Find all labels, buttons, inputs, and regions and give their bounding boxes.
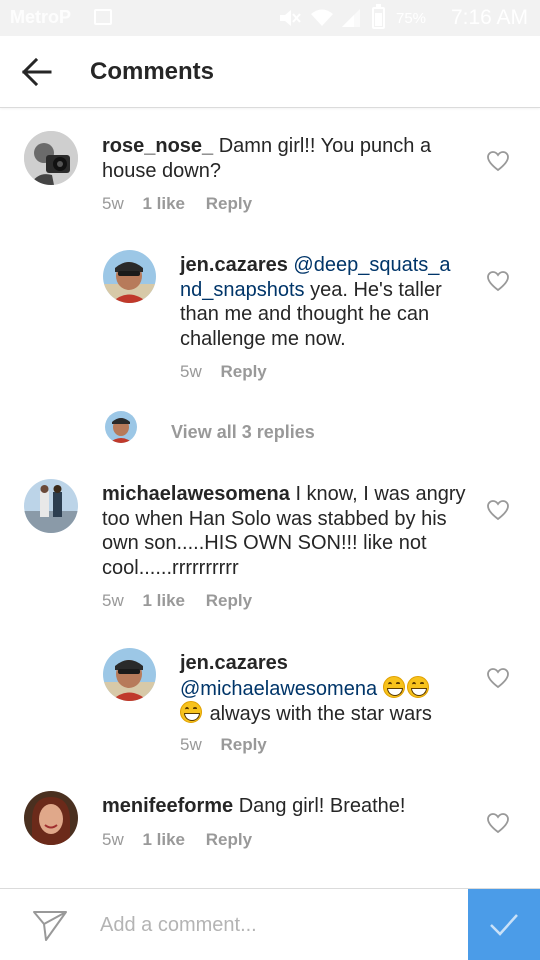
- comment-meta: 5w Reply: [180, 735, 267, 755]
- view-all-replies-link[interactable]: View all 3 replies: [171, 422, 315, 443]
- like-button[interactable]: [486, 270, 510, 292]
- signal-icon: [340, 8, 362, 33]
- comment-username[interactable]: rose_nose_: [102, 135, 213, 157]
- grinning-face-emoji: [406, 675, 429, 698]
- comment-text: rose_nose_ Damn girl!! You punch a house…: [102, 134, 462, 183]
- grinning-face-emoji: [382, 675, 405, 698]
- avatar[interactable]: [103, 648, 156, 701]
- like-button[interactable]: [486, 667, 510, 689]
- comment-time: 5w: [102, 830, 124, 849]
- avatar[interactable]: [24, 479, 78, 533]
- comments-list[interactable]: rose_nose_ Damn girl!! You punch a house…: [0, 109, 540, 888]
- comment-time: 5w: [102, 194, 124, 213]
- paper-plane-icon: [33, 911, 67, 941]
- comment-meta: 5w 1 like Reply: [102, 591, 252, 611]
- comment-input[interactable]: [100, 903, 460, 947]
- status-bar: MetroP 75% 7:16 AM: [0, 0, 540, 36]
- grinning-face-emoji: [180, 701, 202, 723]
- heart-icon: [487, 813, 509, 834]
- app-header: Comments: [0, 36, 540, 108]
- comment-content: Dang girl! Breathe!: [238, 795, 406, 817]
- comment-content: always with the star wars: [209, 703, 432, 725]
- comment-time: 5w: [180, 362, 202, 381]
- comment-username[interactable]: michaelawesomena: [102, 483, 290, 505]
- mention-link[interactable]: @michaelawesomena: [180, 678, 377, 700]
- avatar[interactable]: [103, 250, 156, 303]
- reply-button[interactable]: Reply: [220, 362, 266, 381]
- comment-likes[interactable]: 1 like: [142, 830, 185, 849]
- comment-text: menifeeforme Dang girl! Breathe!: [102, 794, 467, 819]
- post-button[interactable]: [468, 889, 540, 960]
- comment-username[interactable]: jen.cazares: [180, 652, 288, 674]
- like-button[interactable]: [486, 150, 510, 172]
- comment-time: 5w: [180, 735, 202, 754]
- avatar[interactable]: [24, 791, 78, 845]
- page-title: Comments: [90, 58, 215, 85]
- reply-button[interactable]: Reply: [206, 194, 252, 213]
- reply-button[interactable]: Reply: [220, 735, 266, 754]
- like-button[interactable]: [486, 812, 510, 834]
- comment-meta: 5w 1 like Reply: [102, 830, 252, 850]
- clock: 7:16 AM: [450, 6, 528, 29]
- comment-composer: [0, 888, 540, 960]
- like-button[interactable]: [486, 499, 510, 521]
- arrow-left-icon: [21, 57, 52, 87]
- carrier-name: MetroP: [10, 7, 72, 27]
- comment-meta: 5w Reply: [180, 362, 267, 382]
- wifi-icon: [310, 8, 334, 33]
- battery-icon: [372, 4, 385, 29]
- comment-meta: 5w 1 like Reply: [102, 194, 252, 214]
- comment-username[interactable]: jen.cazares: [180, 254, 288, 276]
- comment-text: michaelawesomena I know, I was angry too…: [102, 482, 467, 580]
- heart-icon: [487, 151, 509, 172]
- back-button[interactable]: [18, 56, 54, 88]
- comment-likes[interactable]: 1 like: [142, 194, 185, 213]
- heart-icon: [487, 271, 509, 292]
- comment-username[interactable]: menifeeforme: [102, 795, 233, 817]
- reply-button[interactable]: Reply: [206, 830, 252, 849]
- comment-text: jen.cazares @deep_squats_and_snapshots y…: [180, 253, 460, 351]
- checkmark-icon: [490, 914, 518, 936]
- direct-share-button[interactable]: [32, 909, 68, 948]
- comment-likes[interactable]: 1 like: [142, 591, 185, 610]
- battery-percent: 75%: [396, 10, 427, 27]
- avatar: [105, 411, 137, 443]
- comment-text: jen.cazares @michaelawesomena always wit…: [180, 651, 470, 727]
- image-icon: [94, 9, 112, 25]
- reply-button[interactable]: Reply: [206, 591, 252, 610]
- mute-icon: [278, 8, 302, 33]
- avatar[interactable]: [24, 131, 78, 185]
- heart-icon: [487, 500, 509, 521]
- heart-icon: [487, 668, 509, 689]
- comment-time: 5w: [102, 591, 124, 610]
